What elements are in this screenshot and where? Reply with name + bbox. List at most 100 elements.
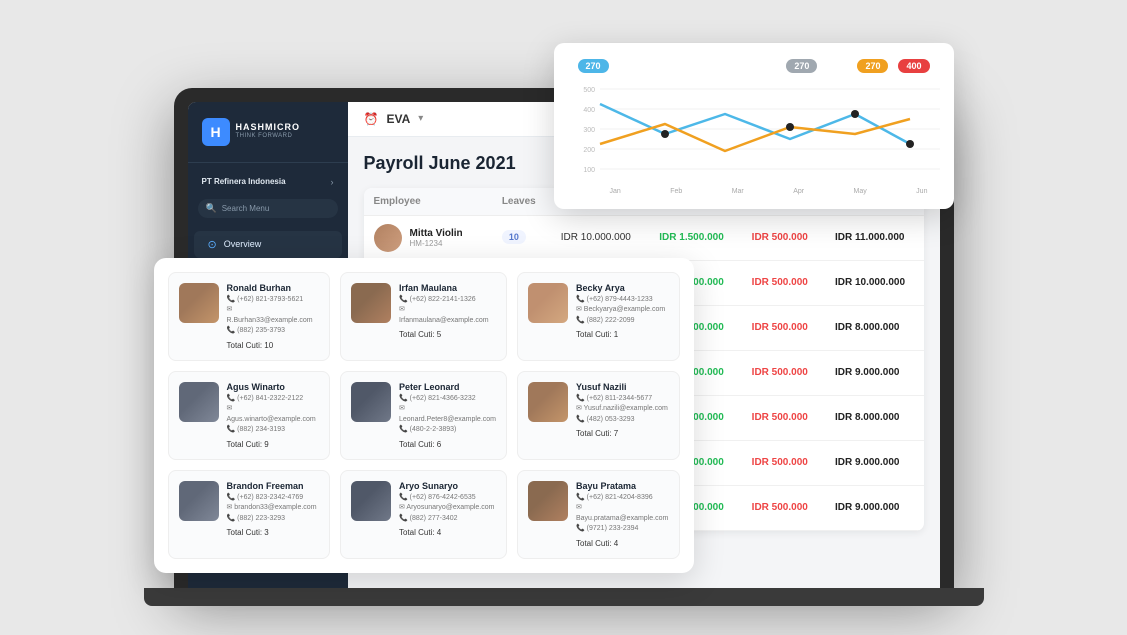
avatar <box>351 382 391 422</box>
topbar-clock-icon: ⏰ <box>364 112 379 126</box>
topbar-user: EVA <box>386 112 410 126</box>
cell-allowance: IDR 1.500.000 <box>649 215 741 260</box>
card-email: ✉ Irfanmaulana@example.com <box>399 305 496 326</box>
svg-text:300: 300 <box>583 127 595 134</box>
sidebar-item-overview[interactable]: ⊙ Overview <box>194 231 342 258</box>
cell-deduction: IDR 500.000 <box>742 440 825 485</box>
card-email: ✉ Agus.winarto@example.com <box>227 404 320 425</box>
cell-leaves: 10 <box>492 215 551 260</box>
logo-name: HASHMICRO <box>236 123 301 133</box>
card-cuti: Total Cuti: 10 <box>227 341 320 350</box>
card-phone1: 📞 (+62) 841-2322-2122 <box>227 394 320 405</box>
card-cuti: Total Cuti: 6 <box>399 440 496 449</box>
cell-net: IDR 8.000.000 <box>825 395 924 440</box>
card-cuti: Total Cuti: 4 <box>576 539 669 548</box>
card-name: Aryo Sunaryo <box>399 481 494 491</box>
svg-text:500: 500 <box>583 87 595 94</box>
card-name: Becky Arya <box>576 283 665 293</box>
search-bar[interactable]: 🔍 Search Menu <box>198 199 338 218</box>
list-item: Yusuf Nazili 📞 (+62) 811-2344-5677 ✉ Yus… <box>517 371 680 460</box>
list-item: Aryo Sunaryo 📞 (+62) 876-4242-6535 ✉ Ary… <box>340 470 507 559</box>
card-cuti: Total Cuti: 5 <box>399 330 496 339</box>
card-phone3: 📞 (882) 234-3193 <box>227 425 320 436</box>
cell-net: IDR 9.000.000 <box>825 485 924 530</box>
list-item: Becky Arya 📞 (+62) 879-4443-1233 ✉ Becky… <box>517 272 680 361</box>
card-phone1: 📞 (+62) 879-4443-1233 <box>576 295 665 306</box>
cell-net: IDR 11.000.000 <box>825 215 924 260</box>
card-email: ✉ Bayu.pratama@example.com <box>576 503 669 524</box>
svg-text:100: 100 <box>583 167 595 174</box>
avatar <box>351 481 391 521</box>
logo-icon: H <box>202 118 230 146</box>
search-icon: 🔍 <box>206 203 217 214</box>
card-cuti: Total Cuti: 4 <box>399 528 494 537</box>
card-phone1: 📞 (+62) 811-2344-5677 <box>576 394 668 405</box>
chart-area: 270 270 270 400 500 400 300 200 100 <box>570 59 938 199</box>
card-email: ✉ Leonard.Peter8@example.com <box>399 404 496 425</box>
search-placeholder: Search Menu <box>222 204 270 213</box>
avatar <box>528 481 568 521</box>
cell-net: IDR 9.000.000 <box>825 440 924 485</box>
col-leaves: Leaves <box>492 188 551 216</box>
card-cuti: Total Cuti: 7 <box>576 429 668 438</box>
topbar-chevron-icon: ▾ <box>418 113 423 124</box>
card-phone1: 📞 (+62) 823-2342-4769 <box>227 493 317 504</box>
card-phone1: 📞 (+62) 821-4204-8396 <box>576 493 669 504</box>
cell-deduction: IDR 500.000 <box>742 305 825 350</box>
card-phone3: 📞 (482) 053-3293 <box>576 415 668 426</box>
overview-icon: ⊙ <box>208 238 217 251</box>
laptop-base <box>144 588 984 606</box>
card-phone1: 📞 (+62) 876-4242-6535 <box>399 493 494 504</box>
card-email: ✉ R.Burhan33@example.com <box>227 305 320 326</box>
cards-grid: Ronald Burhan 📞 (+62) 821-3793-5621 ✉ R.… <box>168 272 680 559</box>
cell-net: IDR 10.000.000 <box>825 260 924 305</box>
card-name: Peter Leonard <box>399 382 496 392</box>
chart-popup: 270 270 270 400 500 400 300 200 100 <box>554 43 954 209</box>
card-name: Ronald Burhan <box>227 283 320 293</box>
list-item: Brandon Freeman 📞 (+62) 823-2342-4769 ✉ … <box>168 470 331 559</box>
card-cuti: Total Cuti: 1 <box>576 330 665 339</box>
card-phone3: 📞 (882) 277-3402 <box>399 514 494 525</box>
cell-deduction: IDR 500.000 <box>742 215 825 260</box>
chart-x-labels: JanFebMarAprMayJun <box>570 184 938 195</box>
card-phone1: 📞 (+62) 822-2141-1326 <box>399 295 496 306</box>
card-email: ✉ Aryosunaryo@example.com <box>399 503 494 514</box>
cell-employee: Mitta Violin HM-1234 <box>364 215 492 260</box>
avatar <box>179 382 219 422</box>
avatar <box>528 382 568 422</box>
avatar <box>179 283 219 323</box>
card-phone1: 📞 (+62) 821-4366-3232 <box>399 394 496 405</box>
col-employee: Employee <box>364 188 492 216</box>
company-row[interactable]: PT Refinera Indonesia › <box>188 173 348 191</box>
chart-bubble-400-red: 400 <box>898 59 929 73</box>
cell-net: IDR 8.000.000 <box>825 305 924 350</box>
chart-bubble-270-gray: 270 <box>786 59 817 73</box>
cell-net: IDR 9.000.000 <box>825 350 924 395</box>
card-phone3: 📞 (882) 223-3293 <box>227 514 317 525</box>
card-phone3: 📞 (480-2-2-3893) <box>399 425 496 436</box>
cell-deduction: IDR 500.000 <box>742 395 825 440</box>
card-phone3: 📞 (882) 222-2099 <box>576 316 665 327</box>
cards-popup: Ronald Burhan 📞 (+62) 821-3793-5621 ✉ R.… <box>154 258 694 573</box>
logo-tagline: THINK FORWARD <box>236 133 301 140</box>
card-name: Brandon Freeman <box>227 481 317 491</box>
cell-basic: IDR 10.000.000 <box>551 215 649 260</box>
card-email: ✉ Beckyarya@example.com <box>576 305 665 316</box>
company-name: PT Refinera Indonesia <box>202 177 286 186</box>
sidebar-item-label-overview: Overview <box>224 239 262 249</box>
list-item: Bayu Pratama 📞 (+62) 821-4204-8396 ✉ Bay… <box>517 470 680 559</box>
card-name: Yusuf Nazili <box>576 382 668 392</box>
card-email: ✉ brandon33@example.com <box>227 503 317 514</box>
card-phone1: 📞 (+62) 821-3793-5621 <box>227 295 320 306</box>
chart-bubble-270-orange: 270 <box>857 59 888 73</box>
card-phone3: 📞 (882) 235-3793 <box>227 326 320 337</box>
company-chevron-icon: › <box>331 177 334 187</box>
card-cuti: Total Cuti: 3 <box>227 528 317 537</box>
list-item: Peter Leonard 📞 (+62) 821-4366-3232 ✉ Le… <box>340 371 507 460</box>
svg-text:400: 400 <box>583 107 595 114</box>
sidebar-logo: H HASHMICRO THINK FORWARD <box>188 118 348 162</box>
card-email: ✉ Yusuf.nazili@example.com <box>576 404 668 415</box>
card-phone3: 📞 (9721) 233-2394 <box>576 524 669 535</box>
list-item: Ronald Burhan 📞 (+62) 821-3793-5621 ✉ R.… <box>168 272 331 361</box>
avatar <box>528 283 568 323</box>
